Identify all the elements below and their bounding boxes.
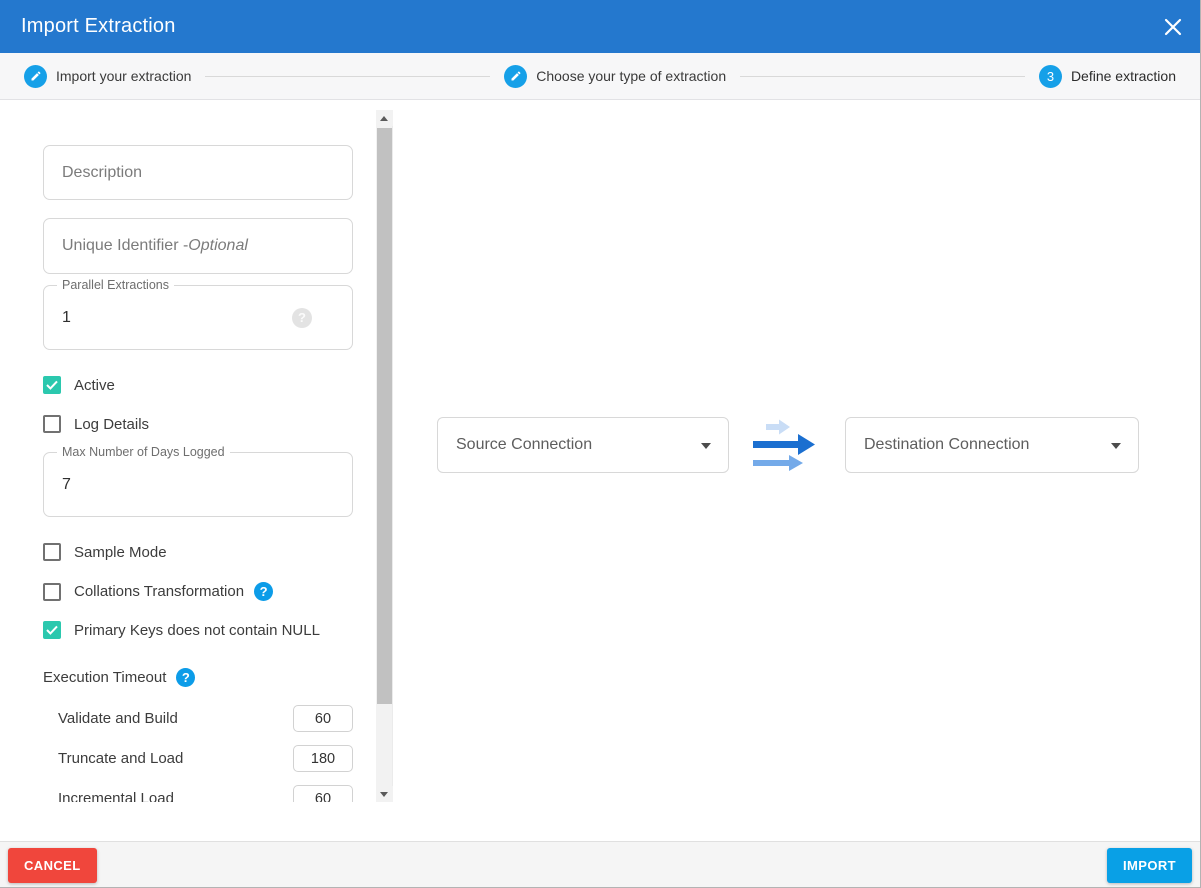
close-icon <box>1164 18 1182 36</box>
execution-timeout-help-icon[interactable]: ? <box>176 668 195 687</box>
step-connector <box>205 76 490 77</box>
step-choose-type[interactable]: Choose your type of extraction <box>504 65 726 88</box>
unique-identifier-optional-text: Optional <box>188 237 248 255</box>
edit-icon <box>30 70 42 82</box>
incremental-load-input[interactable] <box>293 785 353 802</box>
timeout-row-truncate: Truncate and Load <box>43 745 353 773</box>
max-days-logged-input[interactable] <box>62 453 262 516</box>
incremental-load-label: Incremental Load <box>58 785 174 802</box>
truncate-and-load-input[interactable] <box>293 745 353 772</box>
import-button[interactable]: IMPORT <box>1107 848 1192 883</box>
max-days-logged-field[interactable]: Max Number of Days Logged <box>43 452 353 517</box>
primary-keys-checkbox-row[interactable]: Primary Keys does not contain NULL <box>43 621 320 639</box>
primary-keys-label: Primary Keys does not contain NULL <box>74 622 320 639</box>
sample-mode-checkbox[interactable] <box>43 543 61 561</box>
timeout-row-validate: Validate and Build <box>43 705 353 733</box>
timeout-row-incremental: Incremental Load <box>43 785 353 802</box>
scrollbar-down-button[interactable] <box>376 786 393 802</box>
step3-circle: 3 <box>1039 65 1062 88</box>
import-extraction-dialog: Import Extraction Import your extraction <box>0 0 1201 888</box>
execution-timeout-header: Execution Timeout ? <box>43 668 195 687</box>
scrollbar-up-button[interactable] <box>376 110 393 126</box>
cancel-button[interactable]: CANCEL <box>8 848 97 883</box>
active-checkbox[interactable] <box>43 376 61 394</box>
step-connector <box>740 76 1025 77</box>
log-details-label: Log Details <box>74 416 149 433</box>
step-import-your-extraction[interactable]: Import your extraction <box>24 65 191 88</box>
step2-circle <box>504 65 527 88</box>
unique-identifier-field[interactable]: Unique Identifier - Optional <box>43 218 353 274</box>
scrollbar-thumb[interactable] <box>377 128 392 704</box>
log-details-checkbox[interactable] <box>43 415 61 433</box>
unique-identifier-placeholder: Unique Identifier - <box>62 237 188 255</box>
scroll-down-icon <box>380 792 388 797</box>
source-connection-label: Source Connection <box>456 418 592 472</box>
description-placeholder: Description <box>62 164 142 182</box>
source-connection-select[interactable]: Source Connection <box>437 417 729 473</box>
dialog-titlebar: Import Extraction <box>0 0 1200 53</box>
parallel-extractions-input[interactable] <box>62 286 262 349</box>
collations-label: Collations Transformation <box>74 583 244 600</box>
chevron-down-icon <box>701 443 711 449</box>
form-scrollbar[interactable] <box>376 110 393 802</box>
validate-and-build-input[interactable] <box>293 705 353 732</box>
parallel-extractions-field[interactable]: Parallel Extractions ? <box>43 285 353 350</box>
step3-number: 3 <box>1047 69 1054 84</box>
data-transfer-arrows-icon <box>752 416 818 473</box>
validate-and-build-label: Validate and Build <box>58 705 178 732</box>
step3-label: Define extraction <box>1071 68 1176 84</box>
step1-label: Import your extraction <box>56 68 191 84</box>
form-scroll-area: Description Unique Identifier - Optional… <box>0 110 394 802</box>
description-field[interactable]: Description <box>43 145 353 200</box>
dialog-footer: CANCEL IMPORT <box>0 841 1200 887</box>
destination-connection-label: Destination Connection <box>864 418 1029 472</box>
sample-mode-checkbox-row[interactable]: Sample Mode <box>43 543 167 561</box>
active-label: Active <box>74 377 115 394</box>
collations-checkbox[interactable] <box>43 583 61 601</box>
primary-keys-checkbox[interactable] <box>43 621 61 639</box>
truncate-and-load-label: Truncate and Load <box>58 745 183 772</box>
stepper: Import your extraction Choose your type … <box>0 53 1200 100</box>
scroll-up-icon <box>380 116 388 121</box>
check-icon <box>46 625 58 635</box>
collations-help-icon[interactable]: ? <box>254 582 273 601</box>
close-button[interactable] <box>1160 14 1186 40</box>
execution-timeout-label: Execution Timeout <box>43 669 166 686</box>
dialog-title: Import Extraction <box>21 15 176 38</box>
collations-checkbox-row[interactable]: Collations Transformation ? <box>43 582 273 601</box>
chevron-down-icon <box>1111 443 1121 449</box>
check-icon <box>46 380 58 390</box>
parallel-extractions-help-icon[interactable]: ? <box>292 308 312 328</box>
active-checkbox-row[interactable]: Active <box>43 376 115 394</box>
destination-connection-select[interactable]: Destination Connection <box>845 417 1139 473</box>
step-define-extraction[interactable]: 3 Define extraction <box>1039 65 1176 88</box>
log-details-checkbox-row[interactable]: Log Details <box>43 415 149 433</box>
step1-circle <box>24 65 47 88</box>
edit-icon <box>510 70 522 82</box>
step2-label: Choose your type of extraction <box>536 68 726 84</box>
sample-mode-label: Sample Mode <box>74 544 167 561</box>
